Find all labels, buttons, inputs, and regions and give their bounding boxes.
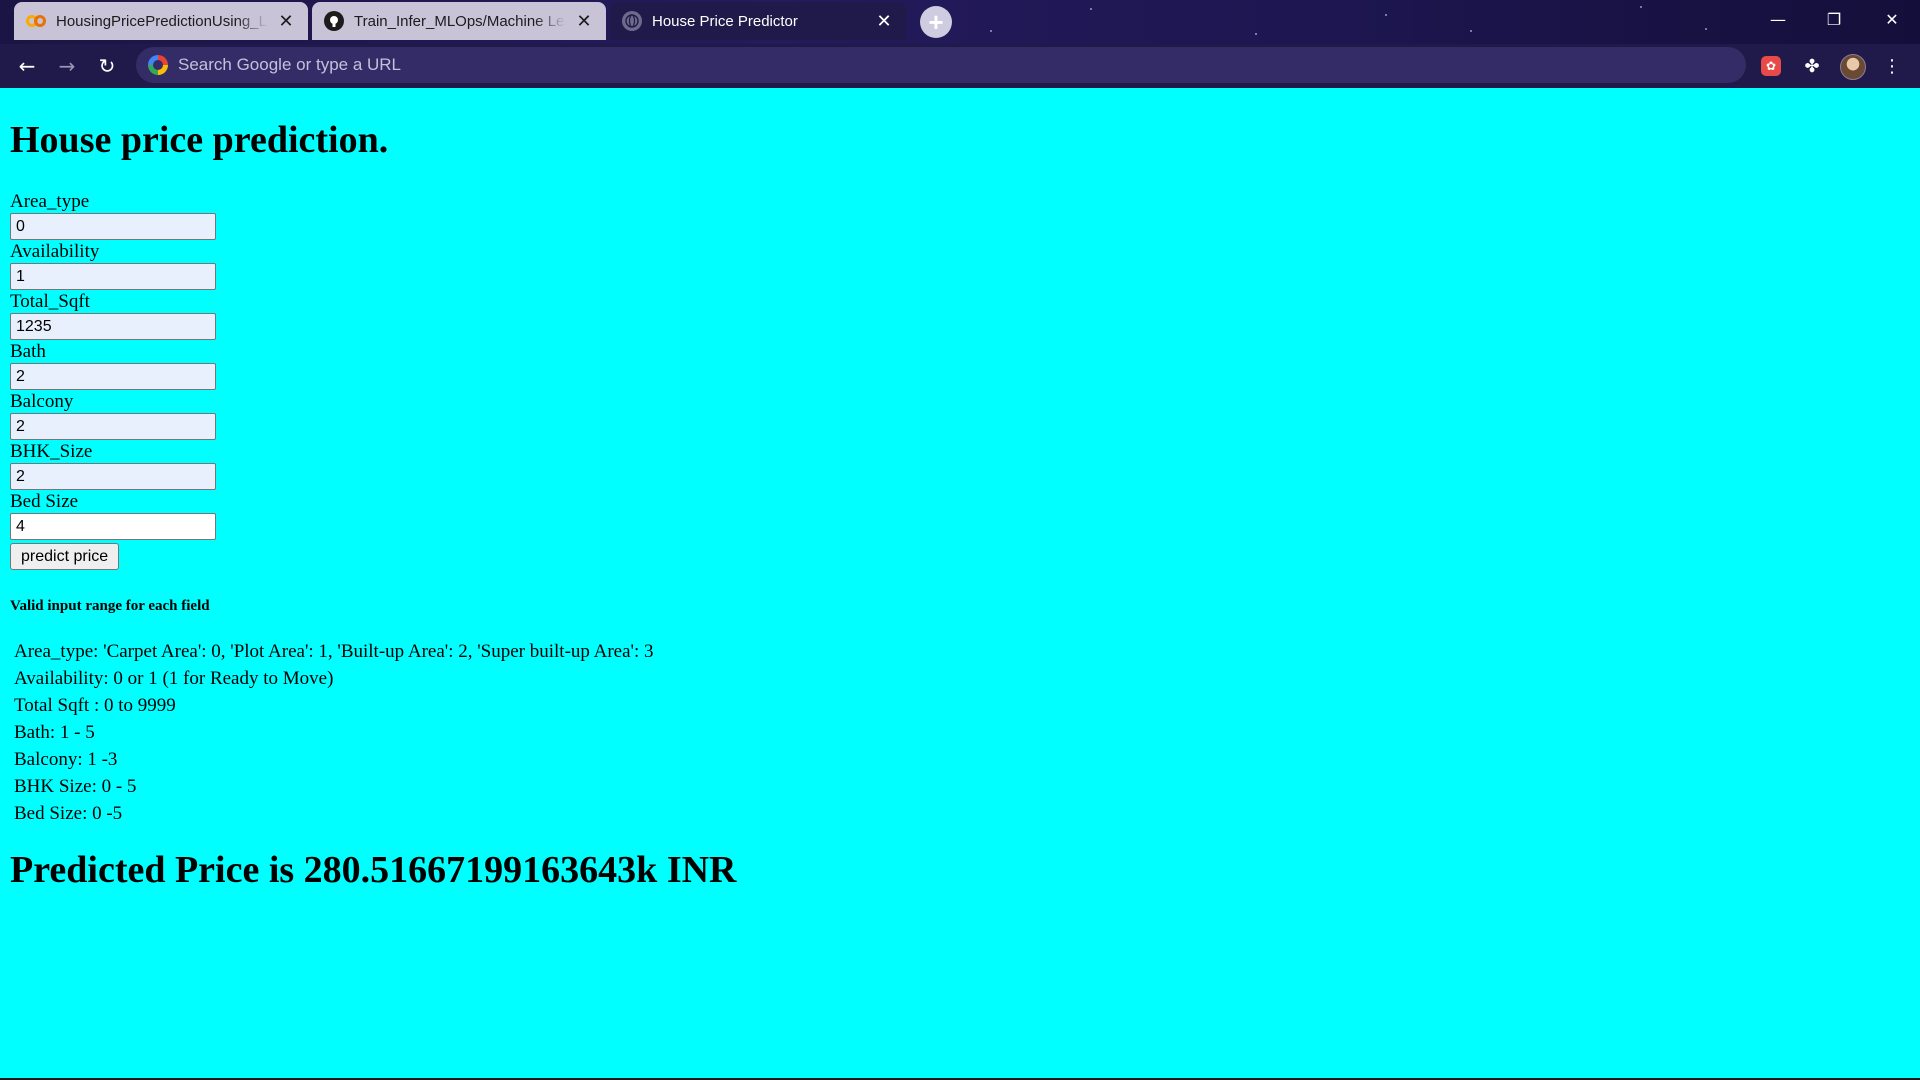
browser-chrome: HousingPricePredictionUsing_Lin ✕ Train_… [0, 0, 1920, 88]
back-arrow-icon[interactable]: ← [11, 50, 43, 82]
area-type-label: Area_type [10, 191, 90, 212]
globe-icon [622, 11, 642, 31]
valid-range-list: Area_type: 'Carpet Area': 0, 'Plot Area'… [14, 638, 653, 827]
close-window-icon[interactable]: ✕ [1864, 0, 1920, 38]
range-item-total-sqft: Total Sqft : 0 to 9999 [14, 695, 176, 716]
predicted-price-result: Predicted Price is 280.51667199163643k I… [10, 849, 737, 891]
tab-title: HousingPricePredictionUsing_Lin [56, 12, 268, 30]
forward-arrow-icon[interactable]: → [51, 50, 83, 82]
tab-colab[interactable]: HousingPricePredictionUsing_Lin ✕ [14, 2, 308, 40]
total-sqft-input[interactable] [10, 313, 216, 340]
bed-size-label: Bed Size [10, 491, 79, 512]
page-title: House price prediction. [10, 119, 389, 161]
close-icon[interactable]: ✕ [276, 11, 296, 31]
bed-size-input[interactable] [10, 513, 216, 540]
extension-icon[interactable]: ✿ [1761, 56, 1781, 76]
predict-price-button[interactable]: predict price [10, 543, 120, 570]
range-item-bath: Bath: 1 - 5 [14, 722, 95, 743]
tab-strip: HousingPricePredictionUsing_Lin ✕ Train_… [0, 0, 1920, 41]
google-icon [148, 55, 168, 75]
range-item-area-type: Area_type: 'Carpet Area': 0, 'Plot Area'… [14, 641, 654, 662]
close-icon[interactable]: ✕ [874, 11, 894, 31]
bhk-size-input[interactable] [10, 463, 216, 490]
new-tab-button[interactable]: + [920, 6, 952, 38]
range-item-bed-size: Bed Size: 0 -5 [14, 803, 123, 824]
colab-icon [26, 11, 46, 31]
tab-title: House Price Predictor [652, 12, 798, 30]
close-icon[interactable]: ✕ [574, 11, 594, 31]
availability-label: Availability [10, 241, 100, 262]
puzzle-icon[interactable]: ✤ [1800, 54, 1824, 78]
profile-avatar[interactable] [1840, 54, 1866, 80]
address-bar-placeholder: Search Google or type a URL [178, 55, 402, 74]
total-sqft-label: Total_Sqft [10, 291, 90, 312]
valid-range-title: Valid input range for each field [10, 598, 210, 614]
balcony-label: Balcony [10, 391, 74, 412]
bath-label: Bath [10, 341, 46, 362]
bath-input[interactable] [10, 363, 216, 390]
tab-github[interactable]: Train_Infer_MLOps/Machine Lear ✕ [312, 2, 606, 40]
page-content: House price prediction. Area_type Availa… [0, 88, 1920, 1078]
github-icon [324, 11, 344, 31]
availability-input[interactable] [10, 263, 216, 290]
range-item-availability: Availability: 0 or 1 (1 for Ready to Mov… [14, 668, 334, 689]
reload-icon[interactable]: ↻ [91, 50, 123, 82]
browser-toolbar: ← → ↻ Search Google or type a URL ✿ ✤ ⋮ [0, 44, 1920, 88]
range-item-bhk-size: BHK Size: 0 - 5 [14, 776, 137, 797]
minimize-icon[interactable]: — [1750, 0, 1806, 38]
restore-icon[interactable]: ❐ [1806, 0, 1862, 38]
menu-dots-icon[interactable]: ⋮ [1880, 54, 1904, 78]
tab-title: Train_Infer_MLOps/Machine Lear [354, 12, 566, 30]
range-item-balcony: Balcony: 1 -3 [14, 749, 118, 770]
area-type-input[interactable] [10, 213, 216, 240]
address-bar[interactable]: Search Google or type a URL [136, 47, 1746, 83]
bhk-size-label: BHK_Size [10, 441, 93, 462]
tab-house-price-predictor[interactable]: House Price Predictor ✕ [610, 2, 906, 40]
balcony-input[interactable] [10, 413, 216, 440]
prediction-form: Area_type Availability Total_Sqft Bath B… [10, 191, 570, 570]
